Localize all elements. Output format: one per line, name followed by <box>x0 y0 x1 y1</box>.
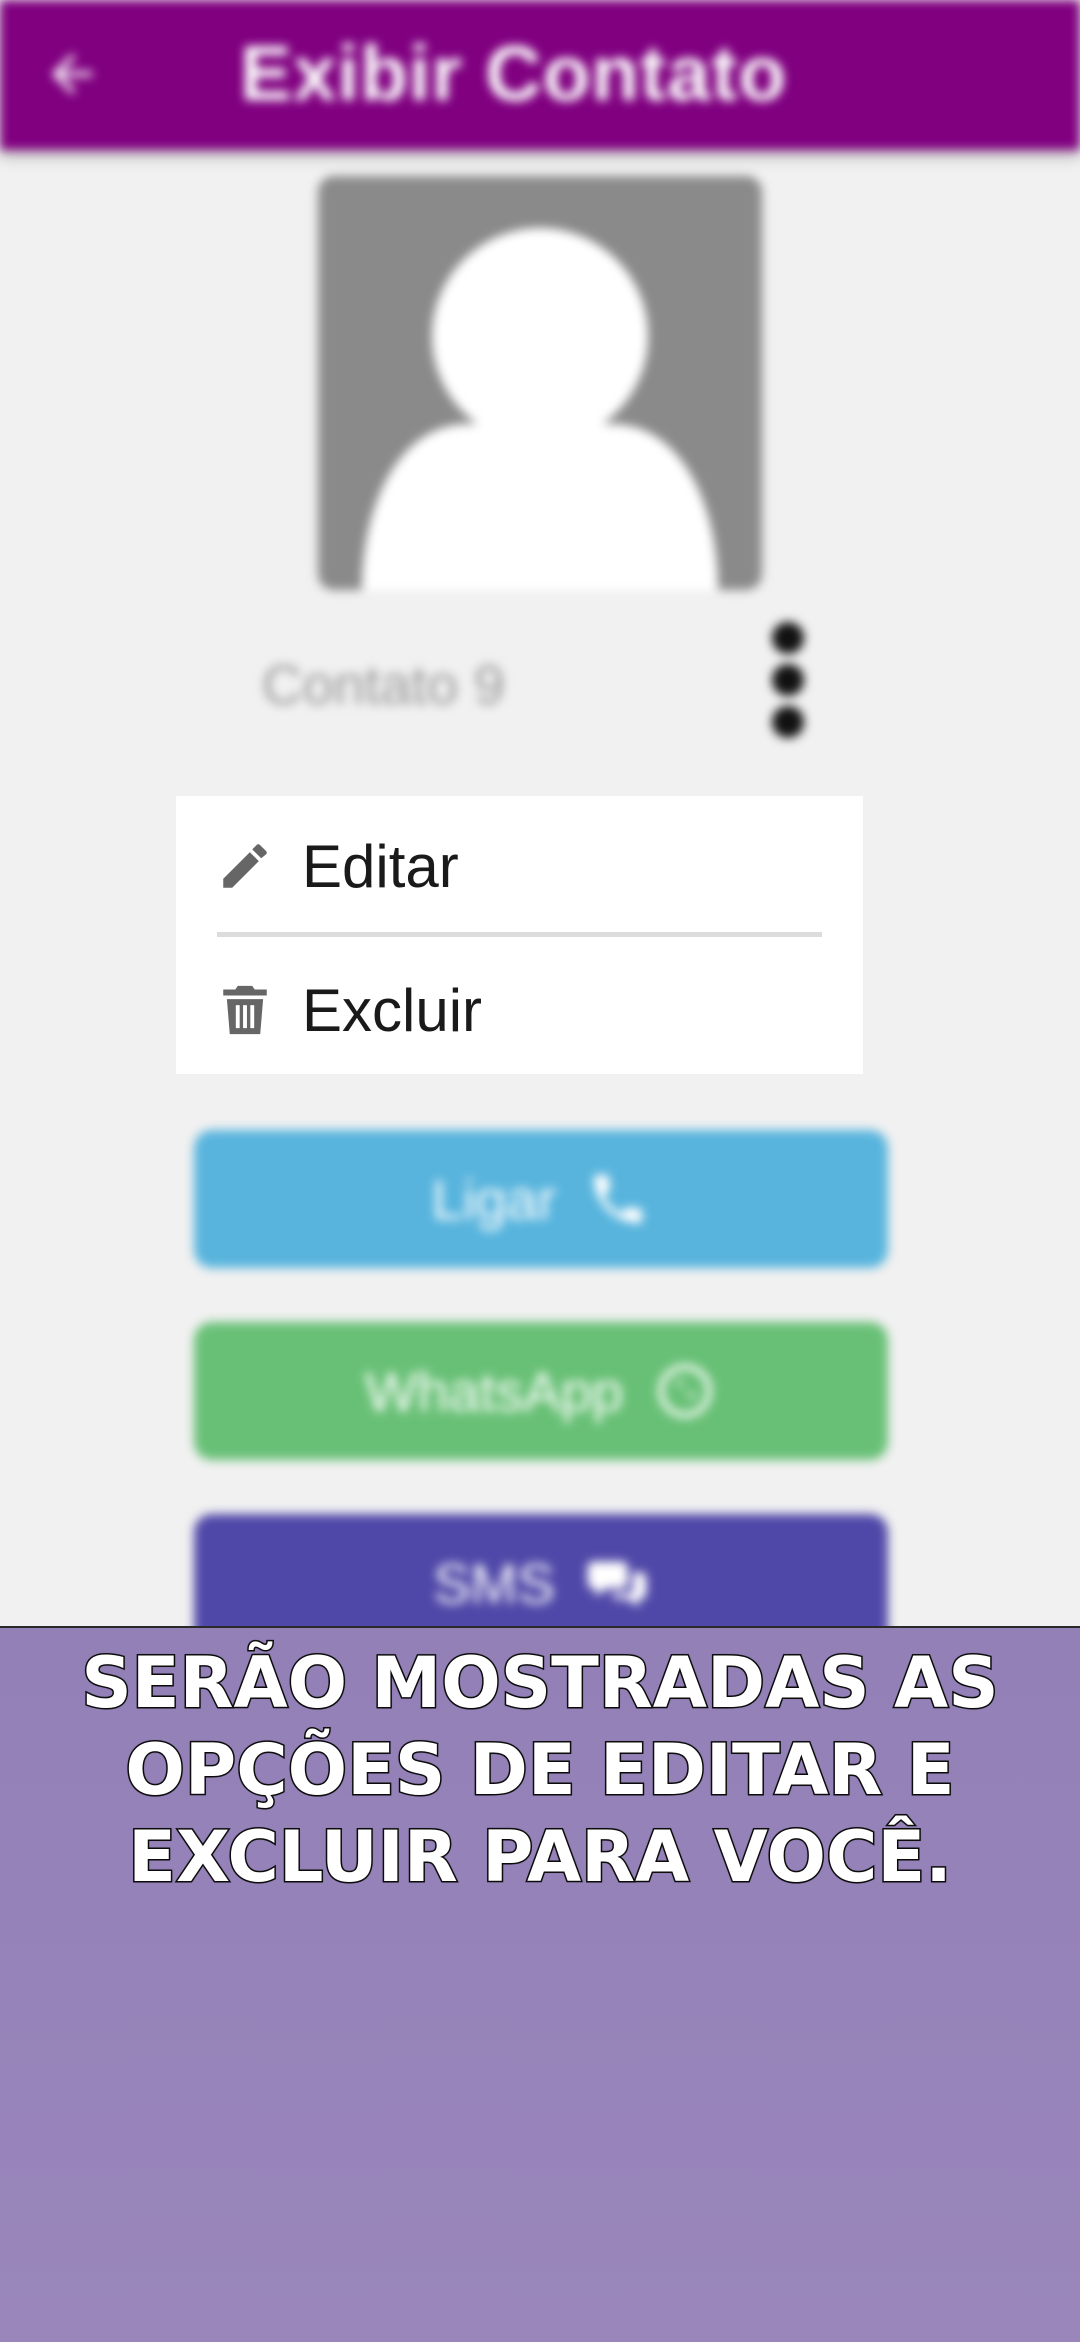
call-button[interactable]: Ligar <box>194 1130 888 1268</box>
contact-name: Contato 9 <box>262 653 505 716</box>
tutorial-caption-text: SERÃO MOSTRADAS AS OPÇÕES DE EDITAR E EX… <box>80 1641 1000 1900</box>
call-button-label: Ligar <box>431 1167 557 1231</box>
menu-item-edit[interactable]: Editar <box>176 806 863 926</box>
menu-item-edit-label: Editar <box>302 832 459 900</box>
contact-avatar <box>318 176 762 590</box>
chat-bubbles-icon <box>587 1561 647 1607</box>
person-placeholder-icon <box>362 228 718 590</box>
menu-item-delete-label: Excluir <box>302 976 483 1044</box>
menu-divider <box>217 932 822 937</box>
trash-icon <box>223 985 267 1035</box>
whatsapp-button-label: WhatsApp <box>364 1359 624 1423</box>
pencil-icon <box>223 844 267 888</box>
menu-item-delete[interactable]: Excluir <box>176 950 863 1070</box>
page-title: Exibir Contato <box>240 29 788 117</box>
arrow-left-icon[interactable] <box>42 44 102 104</box>
sms-button-label: SMS <box>433 1551 555 1615</box>
more-vertical-icon[interactable] <box>762 620 814 740</box>
whatsapp-icon <box>658 1364 712 1418</box>
phone-icon <box>594 1175 643 1223</box>
app-bar: Exibir Contato <box>0 0 1080 150</box>
whatsapp-button[interactable]: WhatsApp <box>194 1322 888 1460</box>
